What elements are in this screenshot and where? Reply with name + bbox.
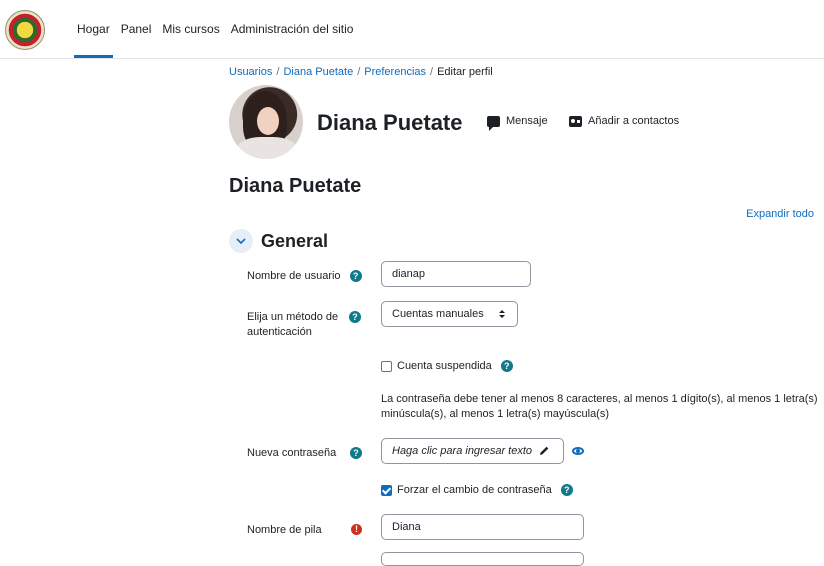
firstname-field[interactable]: Diana	[381, 514, 584, 540]
reveal-password-icon[interactable]	[572, 447, 584, 455]
new-password-field[interactable]: Haga clic para ingresar texto	[381, 438, 564, 464]
firstname-label: Nombre de pila	[247, 524, 322, 536]
breadcrumb-separator: /	[430, 66, 434, 78]
force-password-change-label: Forzar el cambio de contraseña	[397, 484, 552, 496]
section-title: General	[261, 230, 329, 251]
top-navbar: Hogar Panel Mis cursos Administración de…	[0, 0, 824, 59]
breadcrumb-user[interactable]: Diana Puetate	[283, 66, 353, 78]
breadcrumb-users[interactable]: Usuarios	[229, 66, 272, 78]
help-icon[interactable]: ?	[500, 360, 513, 372]
username-label: Nombre de usuario ?	[247, 270, 362, 283]
site-logo[interactable]	[5, 10, 45, 50]
help-icon[interactable]: ?	[350, 447, 362, 459]
suspended-checkbox[interactable]	[381, 360, 392, 372]
breadcrumb-preferences[interactable]: Preferencias	[364, 66, 426, 78]
breadcrumb-separator: /	[357, 66, 361, 78]
select-arrows-icon	[498, 310, 505, 318]
add-contact-label: Añadir a contactos	[588, 115, 680, 127]
contact-card-icon	[569, 115, 582, 127]
suspended-checkbox-row[interactable]: Cuenta suspendida ?	[381, 360, 513, 372]
section-header-general[interactable]: General	[229, 229, 328, 253]
help-icon[interactable]: ?	[349, 270, 362, 283]
breadcrumb-current: Editar perfil	[437, 66, 493, 78]
breadcrumb: Usuarios / Diana Puetate / Preferencias / Edit…	[229, 66, 493, 78]
nav-item-home[interactable]: Hogar	[74, 0, 113, 58]
message-icon	[487, 115, 500, 131]
lastname-field[interactable]	[381, 552, 584, 566]
required-icon: !	[351, 524, 362, 535]
message-button[interactable]: Mensaje	[487, 115, 548, 131]
username-label-text: Nombre de usuario	[247, 270, 341, 282]
profile-name: Diana Puetate	[317, 110, 463, 135]
add-contact-button[interactable]: Añadir a contactos	[569, 115, 679, 127]
nav-item-dashboard[interactable]: Panel	[118, 0, 155, 58]
username-field[interactable]: dianap	[381, 261, 531, 287]
page-title: Diana Puetate	[229, 175, 362, 197]
message-label: Mensaje	[506, 115, 548, 127]
force-password-change-checkbox[interactable]	[381, 484, 392, 496]
auth-method-label: Elija un método de autenticación	[247, 310, 357, 340]
avatar[interactable]	[229, 85, 303, 159]
breadcrumb-separator: /	[276, 66, 280, 78]
chevron-down-icon[interactable]	[229, 229, 253, 253]
primary-navigation: Hogar Panel Mis cursos Administración de…	[74, 0, 361, 58]
auth-method-select[interactable]: Cuentas manuales	[381, 301, 518, 327]
new-password-placeholder: Haga clic para ingresar texto	[392, 445, 533, 457]
auth-method-label-text: Elija un método de autenticación	[247, 311, 339, 338]
auth-method-value: Cuentas manuales	[392, 308, 484, 320]
suspended-label: Cuenta suspendida	[397, 360, 492, 372]
help-icon[interactable]: ?	[560, 484, 573, 496]
firstname-label-text: Nombre de pila	[247, 524, 322, 536]
pencil-icon	[540, 446, 549, 455]
force-password-change-row[interactable]: Forzar el cambio de contraseña ?	[381, 484, 573, 496]
new-password-label-text: Nueva contraseña	[247, 447, 337, 459]
nav-item-site-admin[interactable]: Administración del sitio	[228, 0, 357, 58]
password-policy-text: La contraseña debe tener al menos 8 cara…	[381, 393, 818, 420]
help-icon[interactable]: ?	[349, 311, 361, 323]
expand-all-link[interactable]: Expandir todo	[746, 208, 814, 220]
new-password-label: Nueva contraseña	[247, 447, 336, 459]
nav-item-my-courses[interactable]: Mis cursos	[159, 0, 222, 58]
